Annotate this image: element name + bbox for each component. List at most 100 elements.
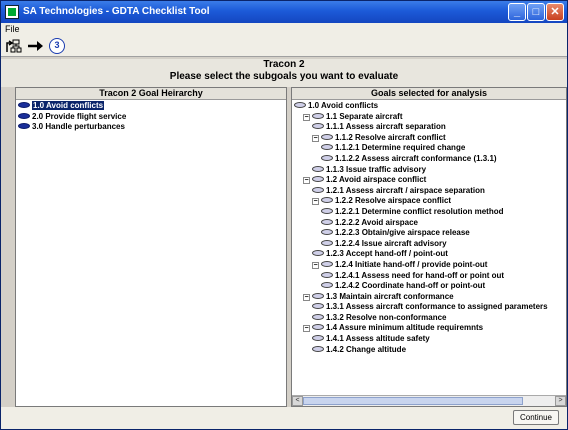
selected-goal-item[interactable]: 1.2.1 Assess aircraft / airspace separat… [292, 186, 566, 197]
selected-goal-item[interactable]: 1.0 Avoid conflicts [292, 101, 566, 112]
goal-node-icon [18, 102, 30, 108]
page-subtitle: Please select the subgoals you want to e… [169, 71, 399, 82]
goal-node-icon [312, 176, 324, 183]
goal-node-icon [321, 197, 333, 204]
goal-label: 1.1.2 Resolve aircraft conflict [335, 132, 446, 142]
page-title: Tracon 2 [263, 59, 305, 70]
continue-button[interactable]: Continue [513, 410, 559, 425]
menu-file[interactable]: File [5, 24, 20, 34]
selected-goal-item[interactable]: − 1.1.2 Resolve aircraft conflict [292, 133, 566, 144]
org-chart-icon[interactable] [5, 38, 23, 54]
app-window: SA Technologies - GDTA Checklist Tool _ … [0, 0, 568, 430]
selected-goal-item[interactable]: − 1.2.4 Initiate hand-off / provide point… [292, 260, 566, 271]
selected-goal-item[interactable]: 1.2.2.3 Obtain/give airspace release [292, 228, 566, 239]
maximize-button[interactable]: □ [527, 3, 545, 21]
selected-goal-item[interactable]: 1.2.4.2 Coordinate hand-off or point-out [292, 281, 566, 292]
goal-node-icon [321, 144, 333, 151]
goal-label: 1.2.4.2 Coordinate hand-off or point-out [335, 281, 486, 291]
goal-label: 1.2.2.4 Issue aircraft advisory [335, 238, 447, 248]
footer-bar: Continue [1, 407, 567, 429]
selected-goals-tree: 1.0 Avoid conflicts − 1.1 Separate aircraf… [292, 100, 566, 355]
app-icon [5, 5, 19, 19]
page-header: Tracon 2 Please select the subgoals you … [1, 59, 567, 87]
selected-goal-item[interactable]: − 1.2 Avoid airspace conflict [292, 175, 566, 186]
tree-expander-icon[interactable]: − [303, 113, 310, 121]
goal-label: 2.0 Provide flight service [32, 111, 127, 121]
selected-goal-item[interactable]: 1.2.2.1 Determine conflict resolution me… [292, 207, 566, 218]
selected-goal-item[interactable]: 1.3.2 Resolve non-conformance [292, 313, 566, 324]
selected-goals-panel: Goals selected for analysis 1.0 Avoid co… [291, 87, 567, 407]
arrow-icon[interactable] [27, 38, 45, 54]
goal-node-icon [312, 303, 324, 310]
tree-expander-icon[interactable]: − [312, 198, 319, 206]
scroll-left-button[interactable]: < [292, 396, 303, 406]
goal-label: 1.1 Separate aircraft [326, 111, 403, 121]
selected-goal-item[interactable]: 1.4.1 Assess altitude safety [292, 334, 566, 345]
goal-label: 1.2 Avoid airspace conflict [326, 175, 427, 185]
selected-goals-heading: Goals selected for analysis [292, 88, 566, 100]
goal-label: 1.2.4.1 Assess need for hand-off or poin… [335, 270, 505, 280]
tree-expander-icon[interactable]: − [312, 261, 319, 269]
goal-node-icon [321, 260, 333, 267]
minimize-button[interactable]: _ [508, 3, 526, 21]
goal-label: 1.2.2 Resolve airspace conflict [335, 196, 452, 206]
goal-node-icon [321, 239, 333, 246]
scroll-thumb[interactable] [303, 397, 523, 405]
goal-node-icon [321, 207, 333, 214]
horizontal-scrollbar[interactable]: < > [292, 395, 566, 406]
goal-node-icon [321, 154, 333, 161]
goal-hierarchy-panel: Tracon 2 Goal Heirarchy 1.0 Avoid confli… [15, 87, 287, 407]
selected-goal-item[interactable]: − 1.4 Assure minimum altitude requiremnts [292, 323, 566, 334]
selected-goal-item[interactable]: 1.2.2.4 Issue aircraft advisory [292, 239, 566, 250]
selected-goal-item[interactable]: 1.4.2 Change altitude [292, 345, 566, 356]
goal-label: 1.1.1 Assess aircraft separation [326, 122, 446, 132]
goal-label: 1.2.3 Accept hand-off / point-out [326, 249, 448, 259]
goal-label: 1.0 Avoid conflicts [32, 101, 105, 110]
selected-goal-item[interactable]: 1.1.1 Assess aircraft separation [292, 122, 566, 133]
goal-list-item[interactable]: 2.0 Provide flight service [16, 112, 286, 123]
goal-node-icon [312, 324, 324, 331]
tree-expander-icon[interactable]: − [303, 293, 310, 301]
selected-goal-item[interactable]: − 1.2.2 Resolve airspace conflict [292, 196, 566, 207]
selected-goal-item[interactable]: − 1.1 Separate aircraft [292, 112, 566, 123]
goal-node-icon [18, 112, 30, 119]
selected-goal-item[interactable]: 1.3.1 Assess aircraft conformance to ass… [292, 302, 566, 313]
goal-node-icon [312, 250, 324, 257]
goal-label: 1.4 Assure minimum altitude requiremnts [326, 323, 484, 333]
goal-label: 1.2.2.3 Obtain/give airspace release [335, 228, 470, 238]
tree-expander-icon[interactable]: − [303, 177, 310, 185]
number-badge-icon[interactable]: 3 [49, 38, 65, 54]
goal-node-icon [312, 313, 324, 320]
goal-label: 1.1.2.2 Assess aircraft conformance (1.3… [335, 153, 497, 163]
goal-node-icon [312, 292, 324, 299]
goal-list-item[interactable]: 3.0 Handle perturbances [16, 122, 286, 133]
goal-label: 1.3.1 Assess aircraft conformance to ass… [326, 302, 548, 312]
selected-goal-item[interactable]: 1.1.3 Issue traffic advisory [292, 165, 566, 176]
goal-list-item[interactable]: 1.0 Avoid conflicts [16, 101, 286, 112]
goal-label: 1.2.1 Assess aircraft / airspace separat… [326, 185, 485, 195]
selected-goal-item[interactable]: − 1.3 Maintain aircraft conformance [292, 292, 566, 303]
goal-node-icon [312, 123, 324, 130]
goal-label: 1.2.2.2 Avoid airspace [335, 217, 419, 227]
tree-expander-icon[interactable]: − [312, 134, 319, 142]
goal-node-icon [312, 335, 324, 342]
close-button[interactable]: ✕ [546, 3, 564, 21]
goal-label: 1.2.4 Initiate hand-off / provide point-… [335, 259, 488, 269]
goal-node-icon [312, 112, 324, 119]
selected-goal-item[interactable]: 1.2.4.1 Assess need for hand-off or poin… [292, 271, 566, 282]
goal-label: 1.2.2.1 Determine conflict resolution me… [335, 206, 504, 216]
selected-goal-item[interactable]: 1.2.3 Accept hand-off / point-out [292, 249, 566, 260]
goal-hierarchy-tree: 1.0 Avoid conflicts 2.0 Provide flight se… [16, 100, 286, 133]
tree-expander-icon[interactable]: − [303, 325, 310, 333]
selected-goal-item[interactable]: 1.2.2.2 Avoid airspace [292, 218, 566, 229]
selected-goal-item[interactable]: 1.1.2.1 Determine required change [292, 143, 566, 154]
goal-label: 1.1.2.1 Determine required change [335, 143, 466, 153]
goal-node-icon [18, 123, 30, 130]
goal-label: 1.3 Maintain aircraft conformance [326, 291, 454, 301]
goal-hierarchy-heading: Tracon 2 Goal Heirarchy [16, 88, 286, 100]
scroll-right-button[interactable]: > [555, 396, 566, 406]
selected-goal-item[interactable]: 1.1.2.2 Assess aircraft conformance (1.3… [292, 154, 566, 165]
title-bar[interactable]: SA Technologies - GDTA Checklist Tool _ … [1, 1, 567, 23]
goal-node-icon [312, 345, 324, 352]
goal-label: 3.0 Handle perturbances [32, 122, 125, 132]
